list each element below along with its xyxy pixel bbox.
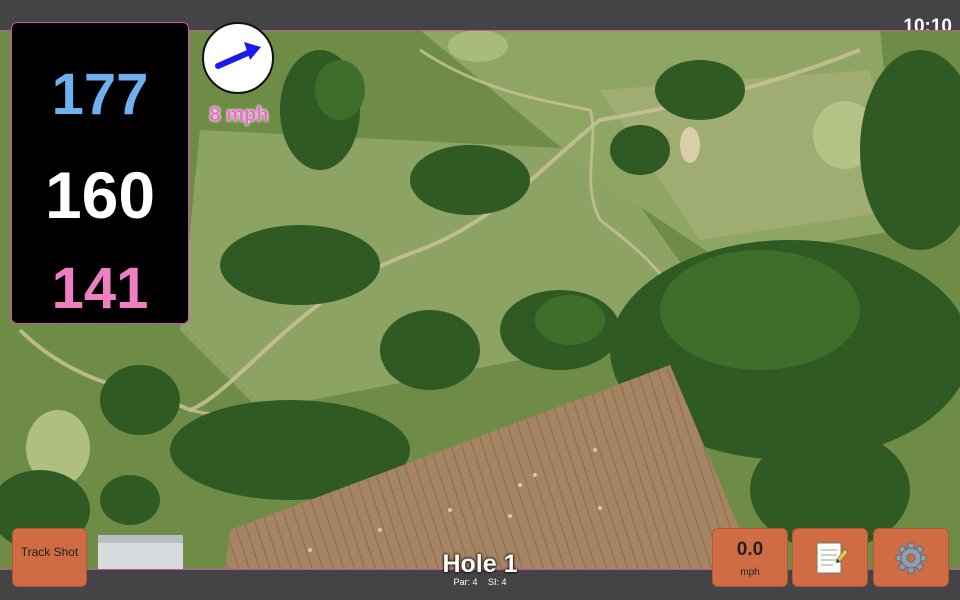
notes-button[interactable] (792, 528, 868, 587)
middle-distance: 160 (44, 158, 156, 232)
wind-arrow-icon (215, 42, 261, 69)
front-distance: 141 (51, 256, 149, 321)
back-distance: 177 (51, 62, 149, 127)
distance-panel: 177 160 141 (11, 22, 189, 324)
track-shot-button[interactable]: Track Shot (12, 528, 87, 587)
hole-title: Hole 1 (442, 550, 518, 578)
hole-par: Par: 4 (453, 577, 478, 587)
hole-details: Par: 4 SI: 4 (380, 577, 580, 587)
hole-stroke-index: SI: 4 (488, 577, 507, 587)
notepad-icon (816, 542, 849, 574)
speed-unit: mph (740, 567, 760, 578)
gear-icon (895, 542, 927, 574)
wind-speed: 8 mph (209, 104, 269, 126)
wind-indicator (202, 22, 274, 94)
speed-value: 0.0 (736, 539, 764, 560)
speed-button[interactable]: 0.0 mph (712, 528, 788, 587)
settings-button[interactable] (873, 528, 949, 587)
